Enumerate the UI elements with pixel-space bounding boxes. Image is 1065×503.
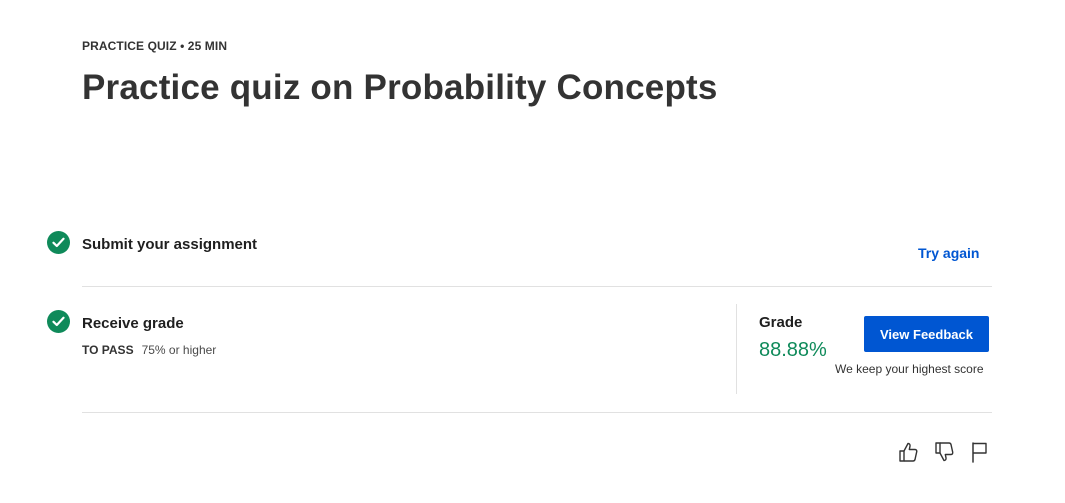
divider <box>82 286 992 287</box>
thumbs-down-icon[interactable] <box>933 440 955 464</box>
check-circle-icon <box>47 310 70 333</box>
vertical-divider <box>736 304 737 394</box>
step-receive-label: Receive grade <box>82 315 184 332</box>
pass-value: 75% or higher <box>141 343 217 357</box>
pass-key: TO PASS <box>82 343 134 357</box>
pass-requirement: TO PASS 75% or higher <box>82 343 216 357</box>
flag-icon[interactable] <box>969 440 991 464</box>
highest-score-note: We keep your highest score <box>835 362 984 376</box>
quiz-meta: PRACTICE QUIZ • 25 MIN <box>82 39 228 53</box>
divider <box>82 412 992 413</box>
step-submit-label: Submit your assignment <box>82 236 258 253</box>
quiz-page: PRACTICE QUIZ • 25 MIN Practice quiz on … <box>0 0 1065 503</box>
grade-label: Grade <box>759 314 803 331</box>
try-again-link[interactable]: Try again <box>918 245 979 261</box>
view-feedback-button[interactable]: View Feedback <box>864 316 989 352</box>
page-title: Practice quiz on Probability Concepts <box>82 68 718 107</box>
check-circle-icon <box>47 231 70 254</box>
thumbs-up-icon[interactable] <box>897 440 919 464</box>
grade-value: 88.88% <box>759 339 827 361</box>
